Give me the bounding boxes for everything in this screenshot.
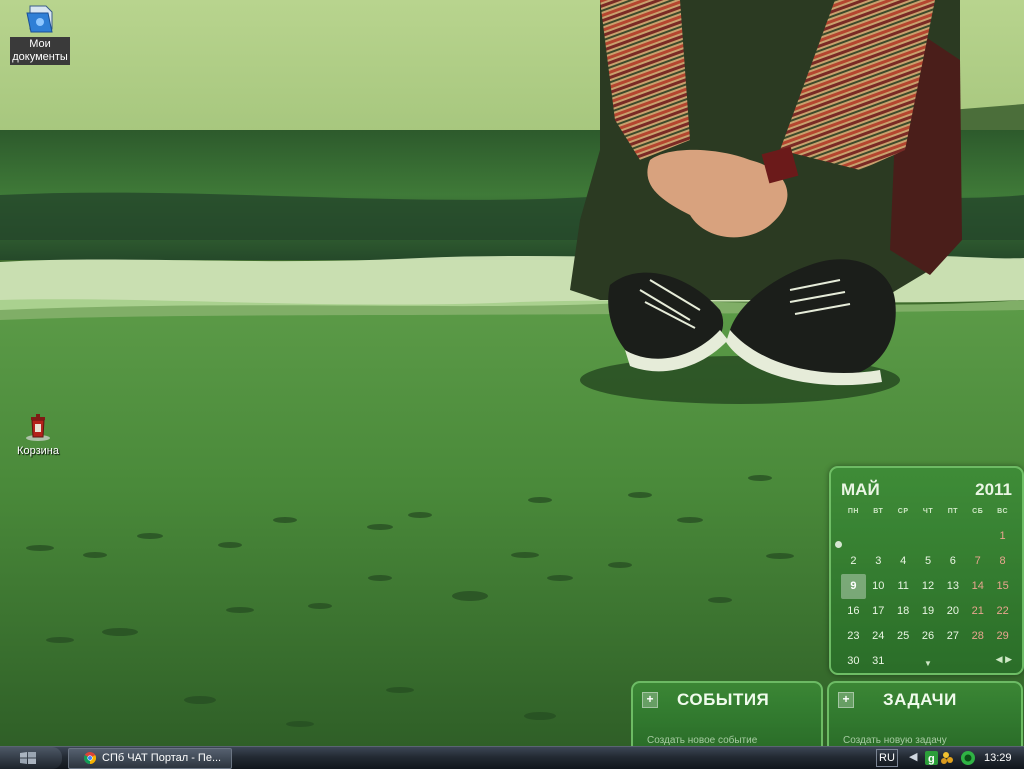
calendar-week-row: 2345678	[841, 549, 1015, 574]
start-button[interactable]	[0, 747, 62, 769]
calendar-weekdays: ПН ВТ СР ЧТ ПТ СБ ВС	[841, 508, 1015, 515]
calendar-day[interactable]: 26	[916, 624, 941, 649]
calendar-day-empty	[965, 524, 990, 549]
calendar-day[interactable]: 1	[990, 524, 1015, 549]
calendar-day[interactable]: 10	[866, 574, 891, 599]
calendar-day[interactable]: 11	[891, 574, 916, 599]
desktop-icon-my-documents[interactable]: Мои документы	[5, 3, 75, 65]
calendar-day[interactable]: 16	[841, 599, 866, 624]
taskbar-window-button[interactable]: СПб ЧАТ Портал - Пе...	[68, 748, 232, 769]
calendar-gadget[interactable]: МАЙ 2011 ПН ВТ СР ЧТ ПТ СБ ВС 1234567891…	[829, 466, 1024, 675]
tasks-title: ЗАДАЧИ	[883, 690, 957, 709]
calendar-day[interactable]: 17	[866, 599, 891, 624]
desktop-icon-recycle-bin[interactable]: Корзина	[3, 410, 73, 459]
calendar-day-empty	[965, 649, 990, 674]
taskbar-window-title: СПб ЧАТ Портал - Пе...	[102, 752, 222, 764]
svg-text:g: g	[928, 753, 935, 765]
weekday-label: ЧТ	[922, 508, 934, 515]
calendar-day[interactable]: 21	[965, 599, 990, 624]
calendar-day-empty	[916, 524, 941, 549]
add-task-icon[interactable]: +	[838, 692, 854, 708]
calendar-day-empty	[841, 524, 866, 549]
calendar-day-empty	[891, 649, 916, 674]
calendar-day[interactable]: 6	[940, 549, 965, 574]
calendar-day[interactable]: 3	[866, 549, 891, 574]
tray-messenger-icon	[941, 752, 953, 764]
weekday-label: ПН	[847, 508, 859, 515]
calendar-day[interactable]: 13	[940, 574, 965, 599]
calendar-day-empty	[940, 649, 965, 674]
events-title: СОБЫТИЯ	[677, 690, 770, 709]
calendar-day[interactable]: 20	[940, 599, 965, 624]
system-tray-icons[interactable]: g	[924, 750, 978, 766]
calendar-week-row: 16 17 18 19 20 21 22	[841, 599, 1015, 624]
calendar-dot-icon	[835, 541, 842, 548]
calendar-day[interactable]: 15	[990, 574, 1015, 599]
calendar-year[interactable]: 2011	[975, 480, 1012, 500]
calendar-day-empty	[866, 524, 891, 549]
taskbar-clock[interactable]: 13:29	[984, 747, 1012, 769]
calendar-day[interactable]: 27	[940, 624, 965, 649]
add-event-icon[interactable]: +	[642, 692, 658, 708]
calendar-day[interactable]: 12	[916, 574, 941, 599]
calendar-day[interactable]: 24	[866, 624, 891, 649]
recycle-bin-icon	[22, 410, 54, 442]
calendar-day[interactable]: 7	[965, 549, 990, 574]
calendar-week-row: 1	[841, 524, 1015, 549]
weekday-label: СР	[897, 508, 909, 515]
calendar-day[interactable]: 4	[891, 549, 916, 574]
calendar-day[interactable]: 22	[990, 599, 1015, 624]
tray-g-icon: g	[925, 751, 938, 765]
desktop-icon-label: Мои документы	[10, 37, 70, 65]
chevron-down-icon[interactable]: ▼	[924, 659, 932, 668]
calendar-day[interactable]: 5	[916, 549, 941, 574]
calendar-day[interactable]: 19	[916, 599, 941, 624]
calendar-day-empty	[940, 524, 965, 549]
taskbar: СПб ЧАТ Портал - Пе... RU ◀ g 13:29	[0, 746, 1024, 769]
calendar-day[interactable]: 9	[841, 574, 866, 599]
calendar-day[interactable]: 23	[841, 624, 866, 649]
chrome-icon	[84, 752, 96, 764]
calendar-header: МАЙ 2011	[841, 480, 1012, 502]
create-event-link[interactable]: Создать новое событие	[647, 735, 757, 746]
calendar-day[interactable]: 2	[841, 549, 866, 574]
calendar-day[interactable]: 30	[841, 649, 866, 674]
calendar-day[interactable]: 29	[990, 624, 1015, 649]
weekday-label: ПТ	[947, 508, 959, 515]
tray-expand-icon[interactable]: ◀	[909, 749, 917, 765]
weekday-label: СБ	[972, 508, 984, 515]
weekday-label: ВТ	[873, 508, 884, 515]
events-gadget[interactable]: + СОБЫТИЯ Создать новое событие	[631, 681, 823, 755]
create-task-link[interactable]: Создать новую задачу	[843, 735, 947, 746]
desktop-icon-label: Корзина	[17, 445, 59, 457]
calendar-month[interactable]: МАЙ	[841, 480, 880, 500]
calendar-day[interactable]: 14	[965, 574, 990, 599]
windows-logo-icon	[20, 752, 36, 764]
calendar-week-row: 9 10 11 12 13 14 15	[841, 574, 1015, 599]
calendar-day[interactable]: 28	[965, 624, 990, 649]
calendar-week-row: 23 24 25 26 27 28 29	[841, 624, 1015, 649]
calendar-day[interactable]: 25	[891, 624, 916, 649]
calendar-day-empty	[891, 524, 916, 549]
calendar-nav-arrows-icon[interactable]: ◀ ▶	[996, 654, 1012, 665]
my-documents-icon	[24, 3, 56, 35]
tasks-gadget[interactable]: + ЗАДАЧИ Создать новую задачу	[827, 681, 1023, 755]
calendar-day[interactable]: 18	[891, 599, 916, 624]
calendar-day[interactable]: 31	[866, 649, 891, 674]
tray-status-icon	[961, 751, 975, 765]
weekday-label: ВС	[997, 508, 1008, 515]
calendar-day[interactable]: 8	[990, 549, 1015, 574]
language-indicator[interactable]: RU	[876, 749, 898, 767]
calendar-grid: 1 2 3 4 5 6 7 8 9 10 11 12 13 14 15 16 17 18 19 20 21 22 23 24 2…	[841, 524, 1015, 674]
